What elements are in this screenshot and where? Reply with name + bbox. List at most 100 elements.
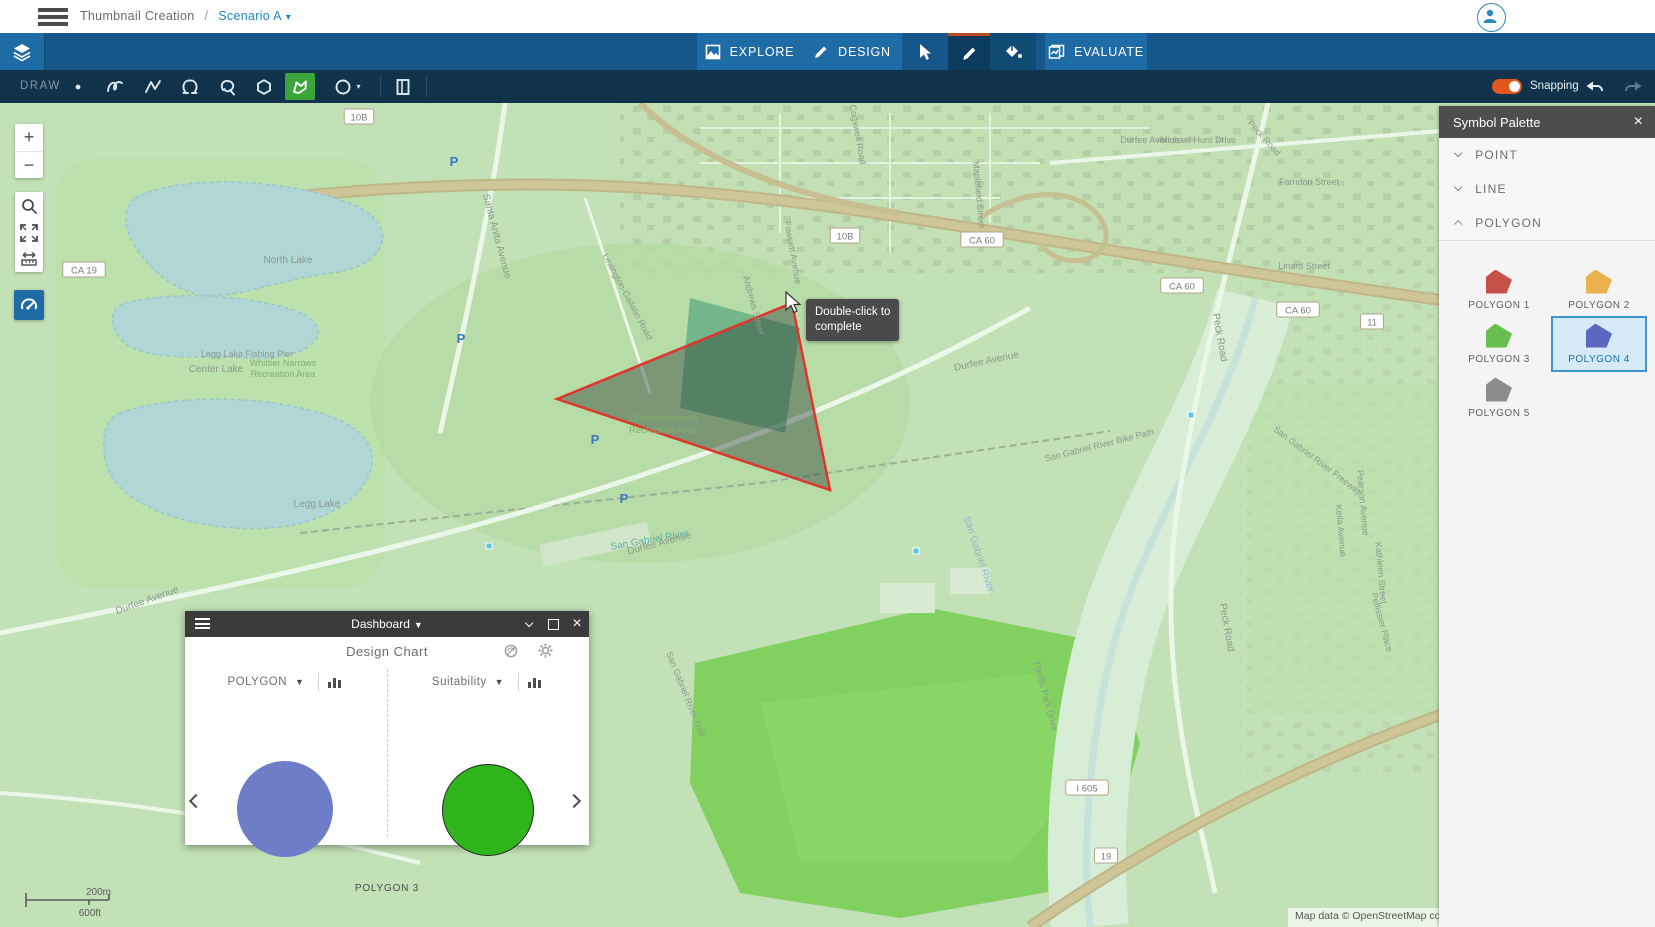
panel-divider [387, 669, 388, 837]
maximize-button[interactable] [541, 611, 565, 637]
parking-icon: P [620, 491, 629, 506]
dashboard-body: POLYGON ▼ Suitability ▼ POLYGON 3 [185, 665, 589, 845]
pie-chart-suitability[interactable] [442, 764, 534, 856]
map-label: Michael Hunt Drive [1160, 135, 1236, 145]
route-shield-label: CA 60 [969, 236, 995, 247]
route-shield-label: 11 [1367, 318, 1377, 329]
measure-icon[interactable] [19, 250, 39, 268]
zoom-control: + − [15, 124, 43, 178]
parking-icon: P [591, 432, 600, 447]
draw-polygon-tool-active[interactable] [285, 73, 315, 100]
map-label: Legg Lake [294, 499, 341, 510]
parking-icon: P [450, 154, 459, 169]
layers-button[interactable] [0, 33, 45, 70]
draw-circle-tool[interactable]: ▾ [326, 73, 368, 100]
route-shield-label: I 605 [1076, 784, 1097, 795]
collapse-button[interactable] [517, 611, 541, 637]
tab-explore-label: EXPLORE [730, 45, 795, 59]
map-label: Center Lake [189, 364, 244, 375]
polygon-swatch-icon [1586, 324, 1612, 348]
section-line[interactable]: LINE [1439, 172, 1655, 207]
undo-button[interactable] [1580, 73, 1610, 100]
tab-evaluate[interactable]: EVALUATE [1045, 33, 1147, 70]
vertex-handle[interactable] [1188, 412, 1194, 418]
template-icon [393, 77, 413, 97]
vertex-handle[interactable] [486, 543, 492, 549]
search-icon[interactable] [19, 196, 39, 216]
snapping-toggle[interactable] [1492, 79, 1522, 94]
select-tool-button[interactable] [902, 33, 948, 70]
route-shield-label: CA 19 [71, 266, 97, 277]
visibility-off-icon[interactable] [503, 643, 519, 659]
symbol-palette-header: Symbol Palette × [1439, 106, 1655, 138]
draw-lasso-tool[interactable] [212, 73, 242, 100]
close-icon[interactable]: × [565, 611, 589, 637]
polyline-icon [143, 77, 163, 97]
map-attribution: Map data © OpenStreetMap cont [1288, 908, 1456, 927]
toolbar-divider [426, 76, 427, 97]
draw-polyline-tool[interactable] [138, 73, 168, 100]
carousel-next-button[interactable] [569, 793, 579, 811]
zoom-in-button[interactable]: + [15, 124, 43, 152]
map-label: Linard Street [1278, 261, 1330, 271]
polygon-symbol-label: POLYGON 5 [1468, 408, 1530, 419]
scenario-selector[interactable]: Scenario A [218, 9, 281, 23]
polygon-swatch-icon [1486, 324, 1512, 348]
polygon-symbol-grid: POLYGON 1POLYGON 2POLYGON 3POLYGON 4 POLY… [1439, 240, 1655, 460]
draw-point-tool[interactable] [63, 73, 93, 100]
polygon-draw-icon [290, 77, 310, 97]
section-point-label: POINT [1475, 148, 1518, 162]
tooltip-line2: complete [815, 320, 890, 335]
zoom-out-button[interactable]: − [15, 152, 43, 179]
gear-icon[interactable] [537, 642, 554, 659]
main-menu-icon[interactable] [38, 8, 68, 25]
pie-chart-polygon[interactable] [237, 761, 333, 857]
draw-toolbar: DRAW ▾ Snapping [0, 70, 1655, 103]
dashboard-toggle-button[interactable] [14, 290, 44, 320]
section-point[interactable]: POINT [1439, 138, 1655, 173]
close-icon[interactable]: × [1634, 113, 1643, 131]
vertex-handle[interactable] [913, 548, 919, 554]
section-line-label: LINE [1475, 182, 1506, 196]
polygon-symbol-item[interactable]: POLYGON 3 [1451, 316, 1547, 372]
polygon-symbol-item[interactable]: POLYGON 5 [1451, 370, 1547, 426]
chart-selector-right[interactable]: Suitability ▼ [407, 673, 567, 691]
draw-tooltip: Double-click to complete [806, 299, 899, 341]
project-title: Thumbnail Creation [80, 9, 194, 23]
chart-field-label: POLYGON [228, 676, 288, 688]
top-bar: Thumbnail Creation/Scenario A▾ [0, 0, 1655, 33]
draw-freehand-polygon-tool[interactable] [175, 73, 205, 100]
scale-bar: 200m 600ft [23, 885, 143, 926]
draw-tool-button[interactable] [948, 33, 990, 70]
freehand-line-icon [105, 77, 125, 97]
dashboard-titlebar[interactable]: Dashboard▼ × [185, 611, 589, 637]
map-label: North Lake [264, 255, 313, 266]
user-avatar[interactable] [1477, 3, 1506, 32]
circle-icon [333, 77, 353, 97]
undo-icon [1585, 78, 1605, 96]
polygon-symbol-item[interactable]: POLYGON 4 [1551, 316, 1647, 372]
lasso-icon [217, 77, 237, 97]
bar-chart-icon[interactable] [327, 676, 342, 689]
bar-chart-icon[interactable] [527, 676, 542, 689]
polygon-symbol-item[interactable]: POLYGON 1 [1451, 262, 1547, 318]
snapping-label: Snapping [1530, 80, 1579, 92]
route-shield-label: 10B [837, 232, 854, 243]
extent-icon[interactable] [20, 224, 38, 242]
carousel-prev-button[interactable] [191, 793, 201, 811]
fill-tool-button[interactable] [990, 33, 1036, 70]
redo-button[interactable] [1618, 73, 1648, 100]
polygon-symbol-item[interactable]: POLYGON 2 [1551, 262, 1647, 318]
draw-curve-tool[interactable] [100, 73, 130, 100]
draw-shape-polygon-tool[interactable] [249, 73, 279, 100]
chevron-down-icon: ▼ [295, 677, 304, 687]
design-chart-title: Design Chart [185, 644, 589, 659]
route-shield-label: CA 60 [1285, 306, 1311, 317]
symbol-palette-panel: Symbol Palette × POINT LINE POLYGON POLY… [1439, 106, 1655, 927]
draw-template-tool[interactable] [388, 73, 418, 100]
pencil-icon [813, 44, 829, 60]
chart-selector-left[interactable]: POLYGON ▼ [205, 673, 365, 691]
section-polygon[interactable]: POLYGON [1439, 206, 1655, 241]
tab-explore[interactable]: EXPLORE [697, 33, 802, 70]
tab-design[interactable]: DESIGN [802, 33, 902, 70]
